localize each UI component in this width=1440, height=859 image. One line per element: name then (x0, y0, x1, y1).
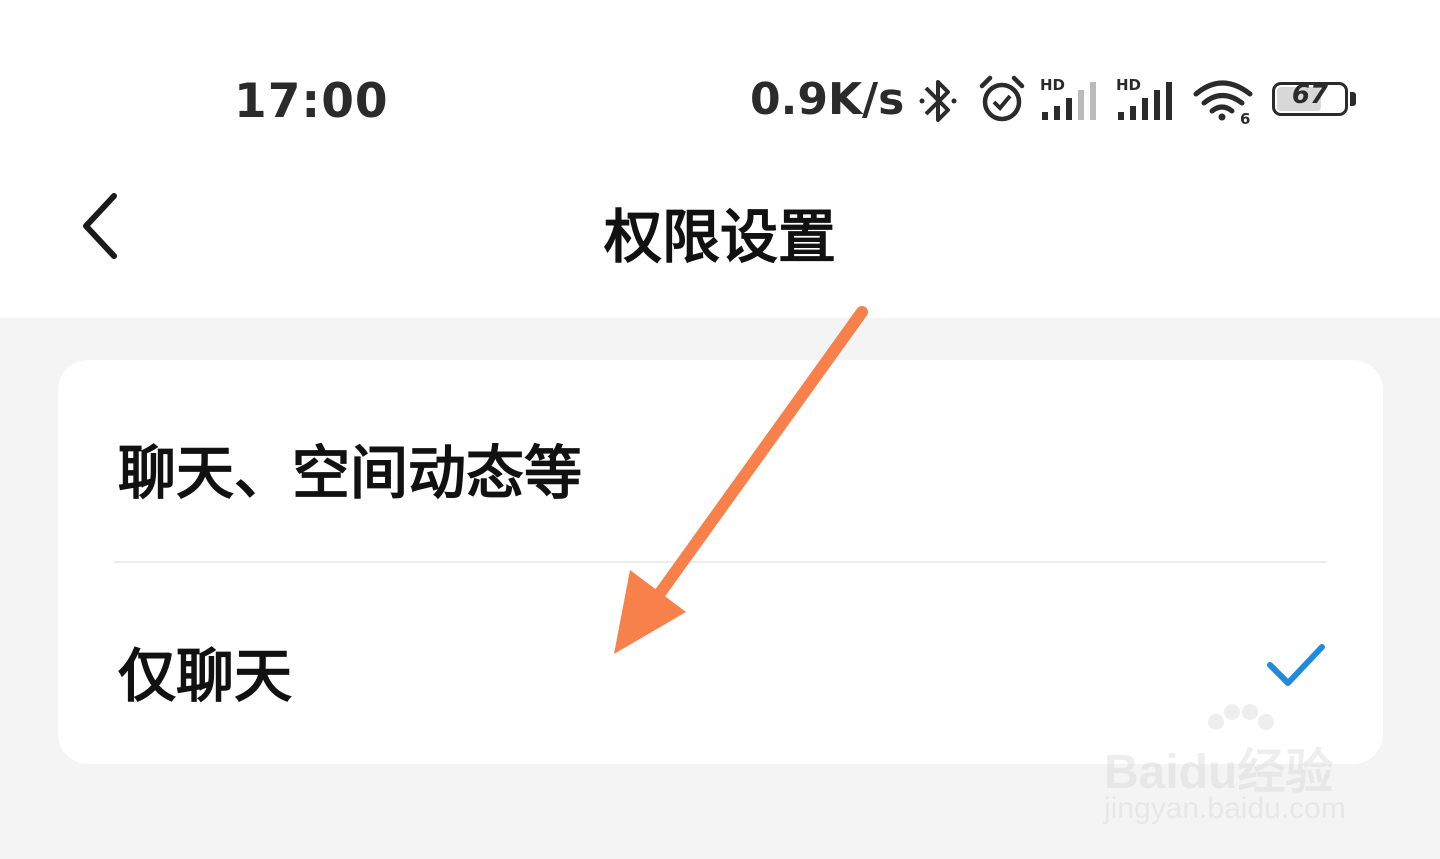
watermark-url: jingyan.baidu.com (1104, 792, 1346, 825)
annotation-arrow-icon (614, 306, 868, 654)
wifi-label: 6 (1240, 110, 1250, 126)
cellular-signal-2-icon: HD (1114, 76, 1180, 122)
watermark: Baidu经验 jingyan.baidu.com (1100, 700, 1380, 840)
alarm-clock-icon (979, 75, 1025, 122)
signal-1-label: HD (1040, 76, 1065, 94)
page-title: 权限设置 (603, 203, 836, 271)
option-label: 仅聊天 (118, 642, 293, 710)
bluetooth-icon (919, 80, 957, 122)
battery-icon: 67 (1272, 80, 1360, 120)
network-speed: 0.9K/s (750, 74, 905, 125)
status-bar: 17:00 0.9K/s HD HD 6 67 (0, 60, 1440, 140)
back-chevron-icon[interactable] (72, 188, 132, 264)
option-label: 聊天、空间动态等 (118, 439, 583, 507)
battery-tip (1350, 92, 1356, 106)
wifi-icon: 6 (1192, 78, 1254, 128)
status-time: 17:00 (234, 74, 389, 129)
battery-level: 67 (1291, 80, 1329, 110)
signal-2-label: HD (1116, 76, 1141, 94)
top-bar: 17:00 0.9K/s HD HD 6 67 权限设置 (0, 0, 1440, 318)
cellular-signal-1-icon: HD (1038, 76, 1104, 122)
checkmark-icon (1267, 644, 1325, 686)
